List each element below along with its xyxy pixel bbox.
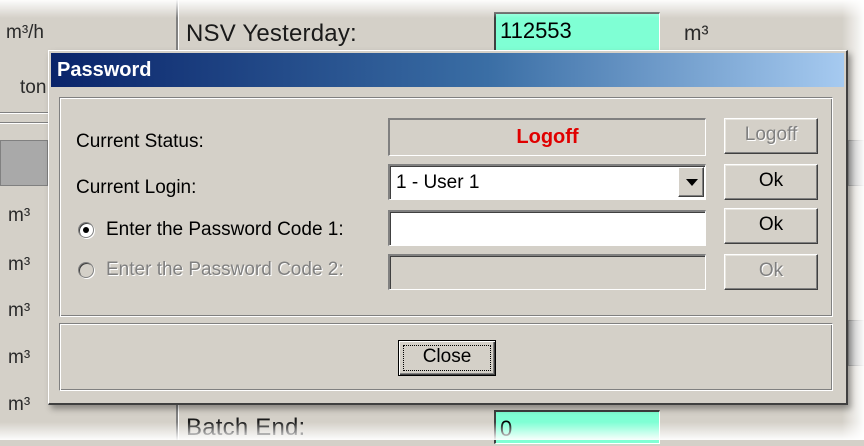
nsv-unit-label: m³ xyxy=(684,22,709,45)
section-header-bar xyxy=(848,320,864,366)
password-code-1-input[interactable] xyxy=(388,210,706,246)
dialog-titlebar[interactable]: Password xyxy=(51,53,844,87)
password-code-2-radio[interactable] xyxy=(78,262,94,278)
logoff-button[interactable]: Logoff xyxy=(724,118,818,154)
dialog-title: Password xyxy=(57,59,152,81)
current-login-select[interactable]: 1 - User 1 xyxy=(388,164,706,200)
close-button[interactable]: Close xyxy=(398,340,496,376)
password-code-1-label[interactable]: Enter the Password Code 1: xyxy=(106,218,344,242)
password-dialog: Password Current Status: Logoff Logoff C… xyxy=(48,50,848,405)
unit-label: m³ xyxy=(8,300,31,321)
unit-label: m³/h xyxy=(6,22,44,43)
current-status-label: Current Status: xyxy=(76,131,204,152)
close-group: Close xyxy=(59,323,833,391)
current-login-label: Current Login: xyxy=(76,177,197,198)
nsv-yesterday-label: NSV Yesterday: xyxy=(186,20,357,47)
unit-label: m³ xyxy=(8,254,31,275)
unit-label: ton xyxy=(20,77,47,98)
close-button-label: Close xyxy=(403,345,491,371)
batch-end-label: Batch End: xyxy=(186,414,306,441)
login-group: Current Status: Logoff Logoff Current Lo… xyxy=(59,97,833,317)
divider xyxy=(176,0,179,50)
section-header-bar xyxy=(848,140,864,186)
ok-login-button[interactable]: Ok xyxy=(724,164,818,200)
unit-label: m³ xyxy=(8,394,31,415)
ok-password-2-button[interactable]: Ok xyxy=(724,254,818,290)
nsv-yesterday-field: 112553 xyxy=(494,12,660,52)
batch-end-field: 0 xyxy=(494,410,660,444)
current-login-value: 1 - User 1 xyxy=(396,172,480,193)
password-code-2-input[interactable] xyxy=(388,254,706,290)
ok-password-1-button[interactable]: Ok xyxy=(724,208,818,244)
current-status-field: Logoff xyxy=(388,118,706,156)
divider xyxy=(176,405,179,440)
edge-fade-bottom xyxy=(0,422,864,440)
password-code-1-radio[interactable] xyxy=(78,222,94,238)
divider xyxy=(0,112,48,114)
dropdown-arrow-icon[interactable] xyxy=(678,167,704,197)
unit-label: m³ xyxy=(8,347,31,368)
edge-fade-top xyxy=(0,0,864,18)
password-code-2-label[interactable]: Enter the Password Code 2: xyxy=(106,258,344,282)
section-header-bar xyxy=(0,140,48,186)
unit-label: m³ xyxy=(8,205,31,226)
divider xyxy=(0,122,48,124)
